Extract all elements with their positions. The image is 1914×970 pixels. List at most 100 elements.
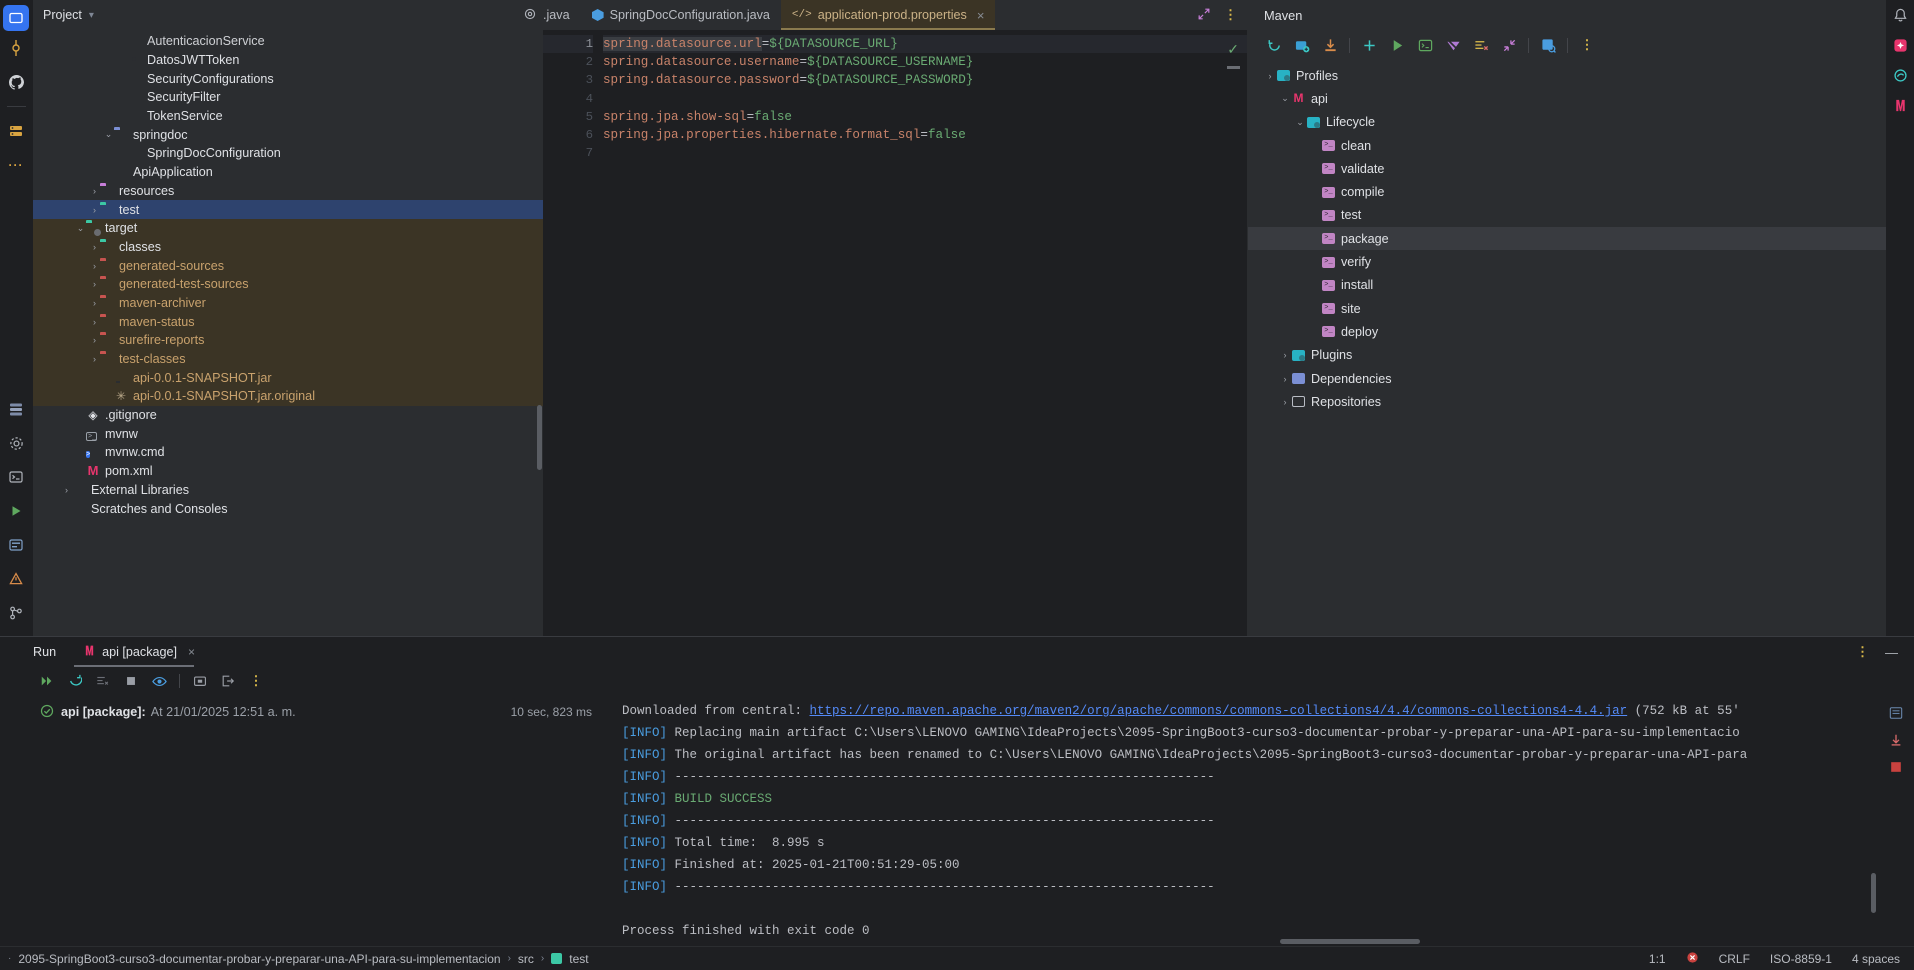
tree-expand-arrow[interactable]: ›	[89, 205, 100, 215]
project-tree-row[interactable]: ⌄ springdoc	[33, 125, 543, 144]
tree-expand-arrow[interactable]: ›	[1263, 71, 1277, 81]
project-tree-scrollbar[interactable]	[537, 405, 542, 470]
tree-expand-arrow[interactable]: ›	[89, 279, 100, 289]
run-toolbar-more-icon[interactable]: ⋮	[242, 669, 270, 693]
maven-tool-icon[interactable]	[1886, 90, 1914, 120]
minimize-icon[interactable]: —	[1885, 645, 1898, 660]
editor-code-content[interactable]: spring.datasource.url=${DATASOURCE_URL} s…	[603, 30, 1248, 636]
soft-wrap-icon[interactable]	[1888, 705, 1904, 721]
maven-tree-row[interactable]: >_ validate	[1248, 157, 1886, 180]
tree-expand-arrow[interactable]: ⌄	[103, 129, 114, 140]
filter-icon[interactable]	[89, 669, 117, 693]
project-tree-row[interactable]: SecurityFilter	[33, 88, 543, 107]
maven-tree-row[interactable]: › Profiles	[1248, 64, 1886, 87]
tree-expand-arrow[interactable]: ›	[1278, 374, 1292, 384]
maven-tree-row[interactable]: >_ compile	[1248, 180, 1886, 203]
structure-icon[interactable]	[0, 392, 33, 426]
console-vertical-scrollbar[interactable]	[1871, 873, 1876, 913]
maven-tree-row[interactable]: >_ site	[1248, 297, 1886, 320]
code-line[interactable]: spring.datasource.password=${DATASOURCE_…	[603, 71, 1248, 89]
run-tab-api-package[interactable]: api [package] ×	[74, 637, 200, 667]
project-tool-icon[interactable]	[3, 5, 29, 31]
close-icon[interactable]: ×	[977, 8, 985, 23]
code-line[interactable]	[603, 144, 1248, 162]
toggle-visibility-icon[interactable]	[145, 669, 173, 693]
collapse-all-icon[interactable]	[1495, 32, 1523, 58]
breadcrumb-item-test[interactable]: test	[569, 952, 588, 966]
code-line[interactable]: spring.jpa.show-sql=false	[603, 108, 1248, 126]
maven-tree-row[interactable]: >_ verify	[1248, 250, 1886, 273]
editor-tab[interactable]: SpringDocConfiguration.java	[581, 0, 781, 30]
inspection-warning-icon[interactable]	[1686, 951, 1699, 967]
maven-more-options-icon[interactable]: ⋮	[1573, 32, 1601, 58]
run-more-options-icon[interactable]: ⋮	[1856, 644, 1869, 660]
execute-maven-goal-icon[interactable]	[1411, 32, 1439, 58]
ai-assistant-icon[interactable]	[1886, 30, 1914, 60]
maven-tree-row[interactable]: >_ test	[1248, 204, 1886, 227]
project-tree-row[interactable]: >_ mvnw	[33, 424, 543, 443]
maven-tree-row[interactable]: › Dependencies	[1248, 367, 1886, 390]
project-tree-row[interactable]: TokenService	[33, 107, 543, 126]
more-tools-icon[interactable]: ···	[0, 148, 33, 182]
maven-tree-row[interactable]: ⌄ Mapi	[1248, 87, 1886, 110]
version-control-icon[interactable]	[0, 596, 33, 630]
toggle-offline-mode-icon[interactable]	[1439, 32, 1467, 58]
project-tree-row[interactable]: › resources	[33, 182, 543, 201]
tree-expand-arrow[interactable]: ›	[89, 186, 100, 196]
maven-tree-row[interactable]: › Repositories	[1248, 390, 1886, 413]
notifications-icon[interactable]	[1886, 0, 1914, 30]
code-line[interactable]: spring.datasource.url=${DATASOURCE_URL}	[603, 35, 1248, 54]
code-line[interactable]	[603, 90, 1248, 108]
project-tree-row[interactable]: ✳ api-0.0.1-SNAPSHOT.jar.original	[33, 387, 543, 406]
caret-position[interactable]: 1:1	[1649, 952, 1666, 966]
gradle-icon[interactable]	[1886, 60, 1914, 90]
problems-icon[interactable]	[0, 562, 33, 596]
github-icon[interactable]	[0, 65, 33, 99]
project-tree-row[interactable]: › maven-status	[33, 312, 543, 331]
run-result-row[interactable]: api [package]: At 21/01/2025 12:51 a. m.…	[0, 701, 620, 723]
console-horizontal-scrollbar[interactable]	[1280, 939, 1420, 944]
screenshot-icon[interactable]	[186, 669, 214, 693]
maven-tree-row[interactable]: › Plugins	[1248, 344, 1886, 367]
show-dependency-diagram-icon[interactable]	[1534, 32, 1562, 58]
tree-expand-arrow[interactable]: ›	[89, 335, 100, 345]
terminal-icon[interactable]	[0, 460, 33, 494]
breadcrumb-item-project[interactable]: 2095-SpringBoot3-curso3-documentar-proba…	[18, 952, 500, 966]
project-tree-row[interactable]: › External Libraries	[33, 481, 543, 500]
tree-expand-arrow[interactable]: ›	[1278, 397, 1292, 407]
tree-expand-arrow[interactable]: ›	[89, 317, 100, 327]
project-tree-row[interactable]: › classes	[33, 237, 543, 257]
download-sources-icon[interactable]	[1316, 32, 1344, 58]
file-encoding[interactable]: ISO-8859-1	[1770, 952, 1832, 966]
project-tree-row[interactable]: > mvnw.cmd	[33, 443, 543, 462]
export-icon[interactable]	[214, 669, 242, 693]
breadcrumb[interactable]: · 2095-SpringBoot3-curso3-documentar-pro…	[8, 952, 589, 966]
database-icon[interactable]	[0, 114, 33, 148]
scroll-to-end-icon[interactable]	[1888, 732, 1904, 748]
editor-tab[interactable]: .java	[543, 0, 581, 30]
tree-expand-arrow[interactable]: ⌄	[1278, 93, 1292, 104]
run-results-tree[interactable]: api [package]: At 21/01/2025 12:51 a. m.…	[0, 695, 620, 946]
tree-expand-arrow[interactable]: ⌄	[1293, 117, 1307, 128]
project-tree-row[interactable]: api-0.0.1-SNAPSHOT.jar	[33, 368, 543, 388]
project-tree-row[interactable]: DatosJWTToken	[33, 51, 543, 70]
project-tree-row[interactable]: ⌄ target	[33, 218, 543, 238]
project-tree-row[interactable]: › generated-test-sources	[33, 274, 543, 294]
code-line[interactable]: spring.jpa.properties.hibernate.format_s…	[603, 126, 1248, 144]
code-line[interactable]: spring.datasource.username=${DATASOURCE_…	[603, 53, 1248, 71]
tree-expand-arrow[interactable]: ›	[89, 242, 100, 252]
console-hyperlink[interactable]: https://repo.maven.apache.org/maven2/org…	[810, 704, 1628, 718]
project-tree[interactable]: AutenticacionService DatosJWTToken Securit…	[33, 30, 543, 636]
project-tree-row[interactable]: ◈ .gitignore	[33, 406, 543, 425]
project-tree-row[interactable]: SpringDocConfiguration	[33, 144, 543, 163]
expand-editor-icon[interactable]	[1197, 7, 1211, 24]
chevron-down-icon[interactable]: ▾	[89, 10, 94, 21]
project-tree-row[interactable]: Mpom.xml	[33, 462, 543, 481]
editor-tab[interactable]: </> application-prod.properties ×	[780, 0, 996, 30]
editor-more-options-icon[interactable]: ⋮	[1224, 7, 1237, 23]
stop-icon[interactable]	[117, 669, 145, 693]
clear-console-icon[interactable]	[1888, 759, 1904, 775]
skip-tests-icon[interactable]	[1467, 32, 1495, 58]
close-icon[interactable]: ×	[188, 645, 195, 659]
project-tree-row[interactable]: › surefire-reports	[33, 331, 543, 350]
